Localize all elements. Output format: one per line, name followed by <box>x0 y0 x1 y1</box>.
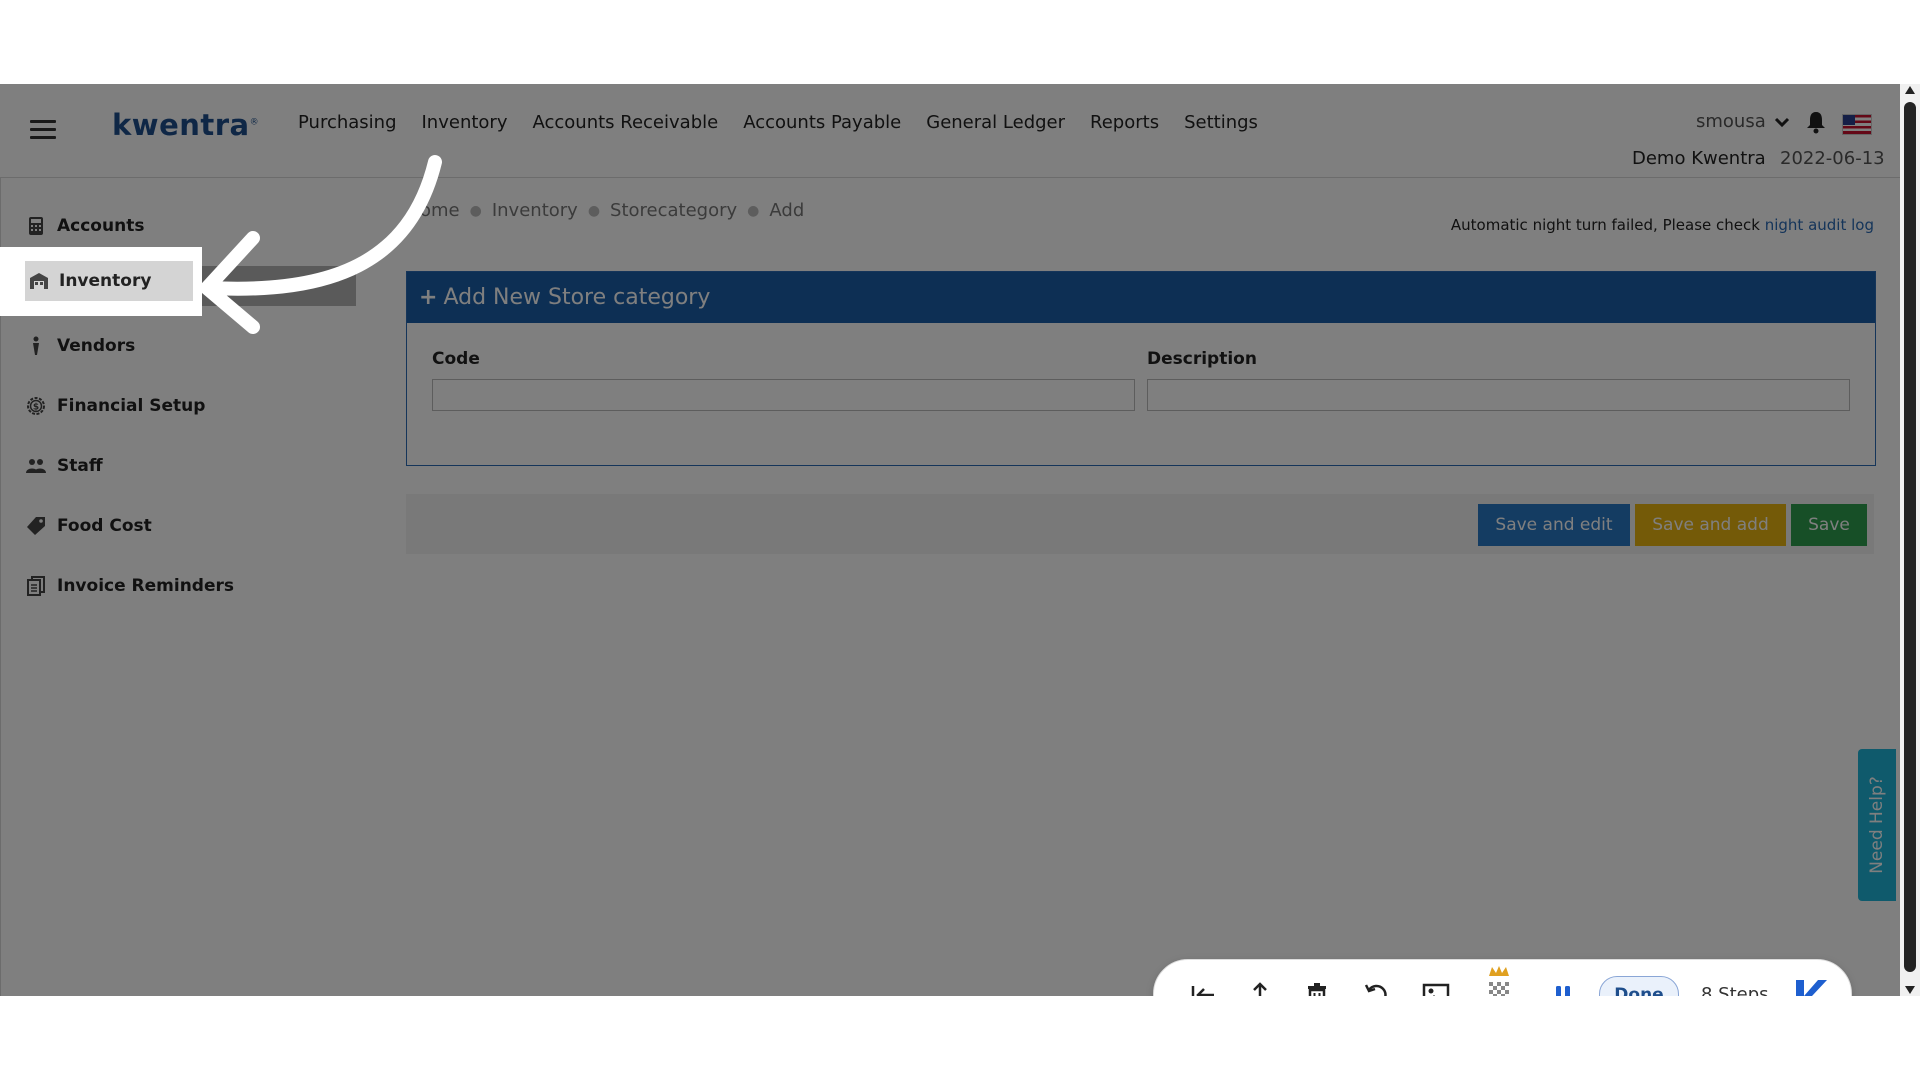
app-window: kwentra® Purchasing Inventory Accounts R… <box>0 84 1920 996</box>
tutorial-arrow-icon <box>200 155 442 334</box>
undo-icon[interactable] <box>1359 978 1393 996</box>
premium-blur-icon[interactable] <box>1482 964 1516 996</box>
scroll-up-icon[interactable] <box>1905 86 1915 94</box>
steps-count: 8 Steps <box>1701 984 1769 996</box>
recorder-toolbar: Done 8 Steps <box>1153 959 1852 996</box>
go-to-start-icon[interactable] <box>1186 978 1220 996</box>
scroll-down-icon[interactable] <box>1905 986 1915 994</box>
done-button[interactable]: Done <box>1599 976 1679 996</box>
scrollbar-thumb[interactable] <box>1904 102 1916 972</box>
image-icon[interactable] <box>1419 978 1453 996</box>
move-up-icon[interactable] <box>1243 978 1277 996</box>
scribe-logo-icon[interactable] <box>1790 976 1830 996</box>
trash-icon[interactable] <box>1300 978 1334 996</box>
pause-icon[interactable] <box>1546 978 1580 996</box>
scrollbar[interactable] <box>1900 84 1920 996</box>
